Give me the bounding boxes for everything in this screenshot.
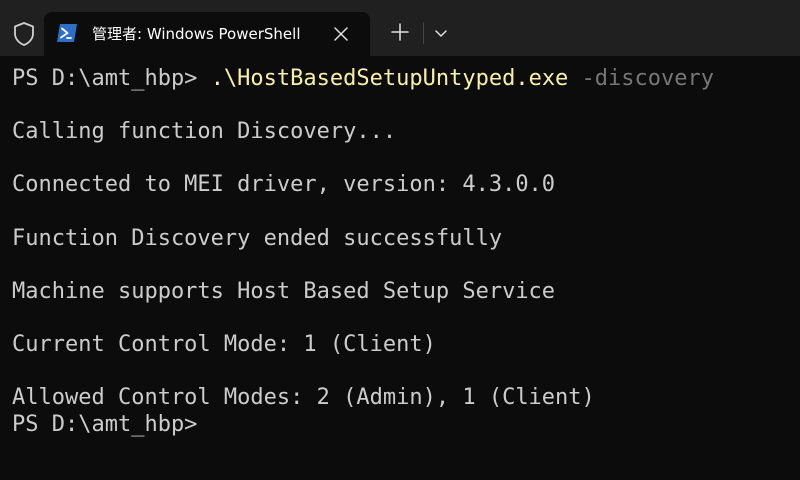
title-bar: 管理者: Windows PowerShell: [0, 0, 800, 56]
prompt: PS D:\amt_hbp>: [12, 66, 211, 91]
command-argument: -discovery: [568, 66, 715, 91]
tab-title: 管理者: Windows PowerShell: [92, 25, 301, 43]
command-line: PS D:\amt_hbp> .\HostBasedSetupUntyped.e…: [12, 66, 800, 93]
output-line: Allowed Control Modes: 2 (Admin), 1 (Cli…: [12, 385, 595, 411]
plus-icon[interactable]: [386, 18, 414, 46]
shield-icon[interactable]: [12, 21, 36, 47]
tab-separator: [423, 22, 424, 44]
powershell-icon: [57, 24, 77, 42]
output-line: Connected to MEI driver, version: 4.3.0.…: [12, 172, 556, 198]
output-line: Function Discovery ended successfully: [12, 225, 503, 251]
output-line: Calling function Discovery...: [12, 119, 397, 145]
prompt-line: PS D:\amt_hbp>: [12, 411, 198, 437]
chevron-down-icon[interactable]: [430, 22, 452, 44]
close-icon[interactable]: [330, 23, 352, 45]
command-text: .\HostBasedSetupUntyped.exe: [210, 66, 569, 91]
terminal-window: 管理者: Windows PowerShell PS D:\amt_hbp> .…: [0, 0, 800, 480]
output-line: Machine supports Host Based Setup Servic…: [12, 278, 556, 304]
output-line: Current Control Mode: 1 (Client): [12, 331, 436, 357]
terminal-output[interactable]: PS D:\amt_hbp> .\HostBasedSetupUntyped.e…: [0, 56, 800, 480]
tab-powershell[interactable]: 管理者: Windows PowerShell: [44, 12, 370, 56]
